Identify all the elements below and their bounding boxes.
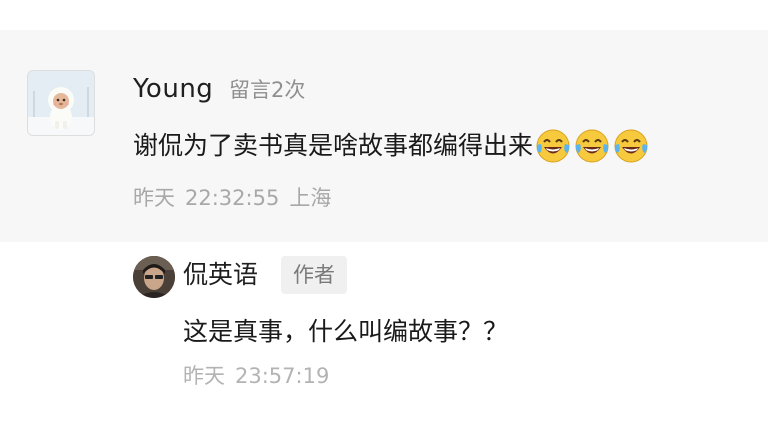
message-count-label: 留言2次 — [229, 78, 306, 102]
user-avatar[interactable] — [27, 70, 95, 136]
reply-time: 23:57:19 — [235, 364, 330, 388]
author-badge: 作者 — [281, 256, 347, 294]
comment-username[interactable]: Young — [133, 72, 213, 106]
comment-time: 22:32:55 — [185, 186, 280, 210]
reply-text: 这是真事，什么叫编故事？？ — [183, 317, 509, 346]
comment-date: 昨天 — [133, 186, 175, 210]
laughing-with-tears-emoji-icon — [575, 129, 609, 163]
laughing-with-tears-emoji-icon — [536, 129, 570, 163]
comment-meta: 昨天 22:32:55 上海 — [133, 184, 331, 212]
reply-meta: 昨天 23:57:19 — [183, 362, 329, 390]
author-avatar[interactable] — [133, 256, 175, 298]
snow-bear-avatar-image — [28, 71, 94, 135]
comment-text-row: 谢侃为了卖书真是啥故事都编得出来 — [133, 126, 650, 166]
author-photo-image — [133, 256, 175, 298]
reply-author-name[interactable]: 侃英语 — [183, 258, 258, 292]
laughing-with-tears-emoji-icon — [614, 129, 648, 163]
comment-text: 谢侃为了卖书真是啥故事都编得出来 — [133, 131, 534, 160]
reply-date: 昨天 — [183, 364, 225, 388]
comment-location: 上海 — [289, 186, 332, 210]
